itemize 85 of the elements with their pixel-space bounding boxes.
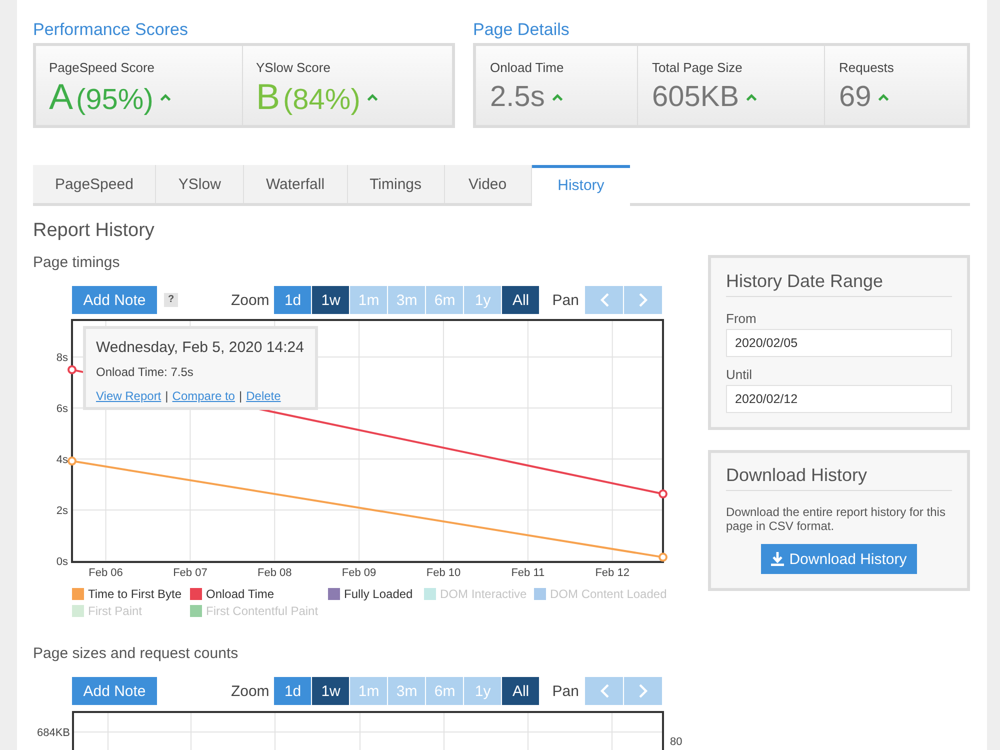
data-point[interactable] [68,365,76,374]
metric-value: 2.5s [490,80,545,115]
grade-letter: B [256,78,280,116]
download-button[interactable]: Download History [761,544,917,574]
legend-item[interactable]: First Contentful Paint [190,602,328,619]
legend-item[interactable]: Fully Loaded [328,585,424,602]
x-axis-label: Feb 06 [88,567,123,579]
chart-title: Page timings [33,254,121,272]
chevron-left-icon [600,684,608,698]
zoom-button[interactable]: All [502,677,540,705]
tab[interactable]: YSlow [156,165,244,203]
y-axis-label: 2s [56,505,68,517]
description-text: Download the entire report history for this page in CSV format. [726,505,946,533]
pan-label: Pan [552,682,579,700]
help-button[interactable]: ? [164,293,178,307]
chart-title: Page sizes and request counts [33,645,240,663]
x-axis-label: Feb 10 [426,567,461,579]
y-axis-label: 684KB [36,727,70,739]
tooltip-link[interactable]: Compare to [172,389,235,403]
chevron-up-icon [552,94,563,100]
legend-item[interactable]: DOM Content Loaded [534,585,688,602]
y-axis-label: 8s [56,352,68,364]
chevron-up-icon [367,94,378,100]
y-axis-label: 4s [56,454,68,466]
legend-item[interactable]: First Paint [72,602,190,619]
chevron-up-icon [746,94,758,100]
data-point[interactable] [658,552,668,562]
page-heading: Report History [33,219,156,243]
zoom-label: Zoom [230,292,270,308]
x-axis-label: Feb 12 [595,567,630,579]
score-label: YSlow Score [256,60,332,76]
section-title: Page Details [473,20,570,40]
grade-letter: A [49,78,74,116]
tab[interactable]: Video [444,165,532,203]
date-input[interactable]: 2020/02/05 [726,329,952,357]
chevron-up-icon [160,94,172,100]
field-label: From [726,311,758,327]
tooltip-title: Wednesday, Feb 5, 2020 14:24 [96,338,305,358]
metric-label: Total Page Size [652,60,744,76]
tooltip-link[interactable]: Delete [246,389,281,403]
metric-label: Onload Time [490,60,565,76]
chevron-left-icon [600,293,608,307]
metric-label: Requests [839,60,895,76]
y-axis-label: 80 [670,736,682,748]
legend-item[interactable]: DOM Interactive [424,585,534,602]
zoom-button[interactable]: 1d [274,677,312,705]
separator-text: | [165,389,168,403]
date-input[interactable]: 2020/02/12 [726,385,952,413]
tab[interactable]: Timings [348,165,445,203]
y-axis-label: 0s [56,556,68,568]
add-note-button[interactable]: Add Note [72,677,157,705]
field-label: Until [726,367,754,383]
add-note-button[interactable]: Add Note [72,286,157,314]
score-percent: (84%) [283,83,360,118]
panel-title: History Date Range [726,270,952,297]
zoom-label: Zoom [230,682,270,700]
zoom-button[interactable]: 1w [312,677,350,705]
chevron-up-icon [878,94,890,100]
separator-text: | [238,389,242,403]
legend-item[interactable]: Time to First Byte [72,585,190,602]
zoom-button[interactable]: All [502,286,540,314]
x-axis-label: Feb 07 [173,567,208,579]
tab[interactable]: PageSpeed [33,165,156,203]
x-axis-label: Feb 08 [258,567,292,579]
zoom-button[interactable]: 1w [312,286,350,314]
tab[interactable]: Waterfall [244,165,348,203]
data-point[interactable] [658,489,668,498]
score-label: PageSpeed Score [49,60,156,76]
chevron-right-icon [638,684,648,698]
download-icon [771,552,784,566]
x-axis-label: Feb 09 [342,567,376,579]
score-percent: (95%) [76,83,154,118]
tooltip-text: Onload Time: 7.5s [96,365,194,379]
panel-title: Download History [726,464,952,491]
pan-label: Pan [552,292,579,308]
chevron-right-icon [638,293,648,307]
tooltip-link[interactable]: View Report [96,389,162,403]
tab[interactable]: History [532,165,630,206]
metric-value: 69 [839,80,872,115]
legend-item[interactable]: Onload Time [190,585,328,602]
section-title: Performance Scores [33,20,189,40]
zoom-button[interactable]: 1d [274,286,312,314]
x-axis-label: Feb 11 [511,567,545,579]
y-axis-label: 6s [56,402,68,415]
metric-value: 605KB [652,80,740,115]
